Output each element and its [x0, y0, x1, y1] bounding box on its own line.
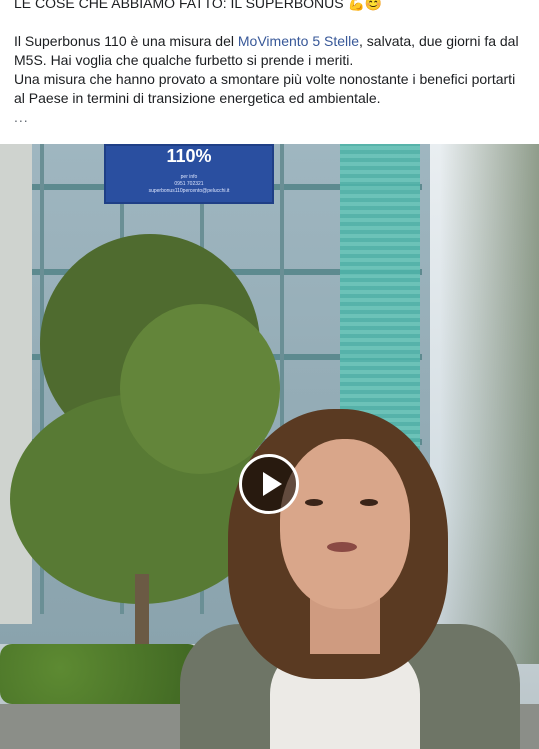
- video-player[interactable]: 110% per info 0951 702321 superbonus110p…: [0, 144, 539, 749]
- post-line-2: M5S. Hai voglia che qualche furbetto si …: [14, 52, 354, 68]
- play-button[interactable]: [239, 454, 299, 514]
- post-line-1-prefix: Il Superbonus 110 è una misura del: [14, 33, 238, 49]
- person-mouth: [327, 542, 357, 552]
- banner-title: 110%: [166, 146, 212, 166]
- post-line-1-suffix: , salvata, due giorni fa dal: [359, 33, 519, 49]
- superbonus-banner: 110% per info 0951 702321 superbonus110p…: [104, 144, 274, 204]
- play-icon: [263, 472, 282, 496]
- trees-right: [440, 144, 539, 664]
- post-text: LE COSE CHE ABBIAMO FATTO: IL SUPERBONUS…: [14, 0, 529, 127]
- post-line-1: Il Superbonus 110 è una misura del MoVim…: [14, 32, 529, 51]
- hedge: [0, 644, 200, 704]
- movimento-link[interactable]: MoVimento 5 Stelle: [238, 33, 359, 49]
- banner-subtext: per info 0951 702321 superbonus110percen…: [148, 174, 230, 194]
- post-line-4: al Paese in termini di transizione energ…: [14, 90, 381, 106]
- post-line-3: Una misura che hanno provato a smontare …: [14, 71, 516, 87]
- post-title: LE COSE CHE ABBIAMO FATTO: IL SUPERBONUS…: [14, 0, 383, 11]
- person-eye: [305, 499, 323, 506]
- see-more-button[interactable]: ...: [14, 108, 529, 127]
- person-face: [280, 439, 410, 609]
- person-eye: [360, 499, 378, 506]
